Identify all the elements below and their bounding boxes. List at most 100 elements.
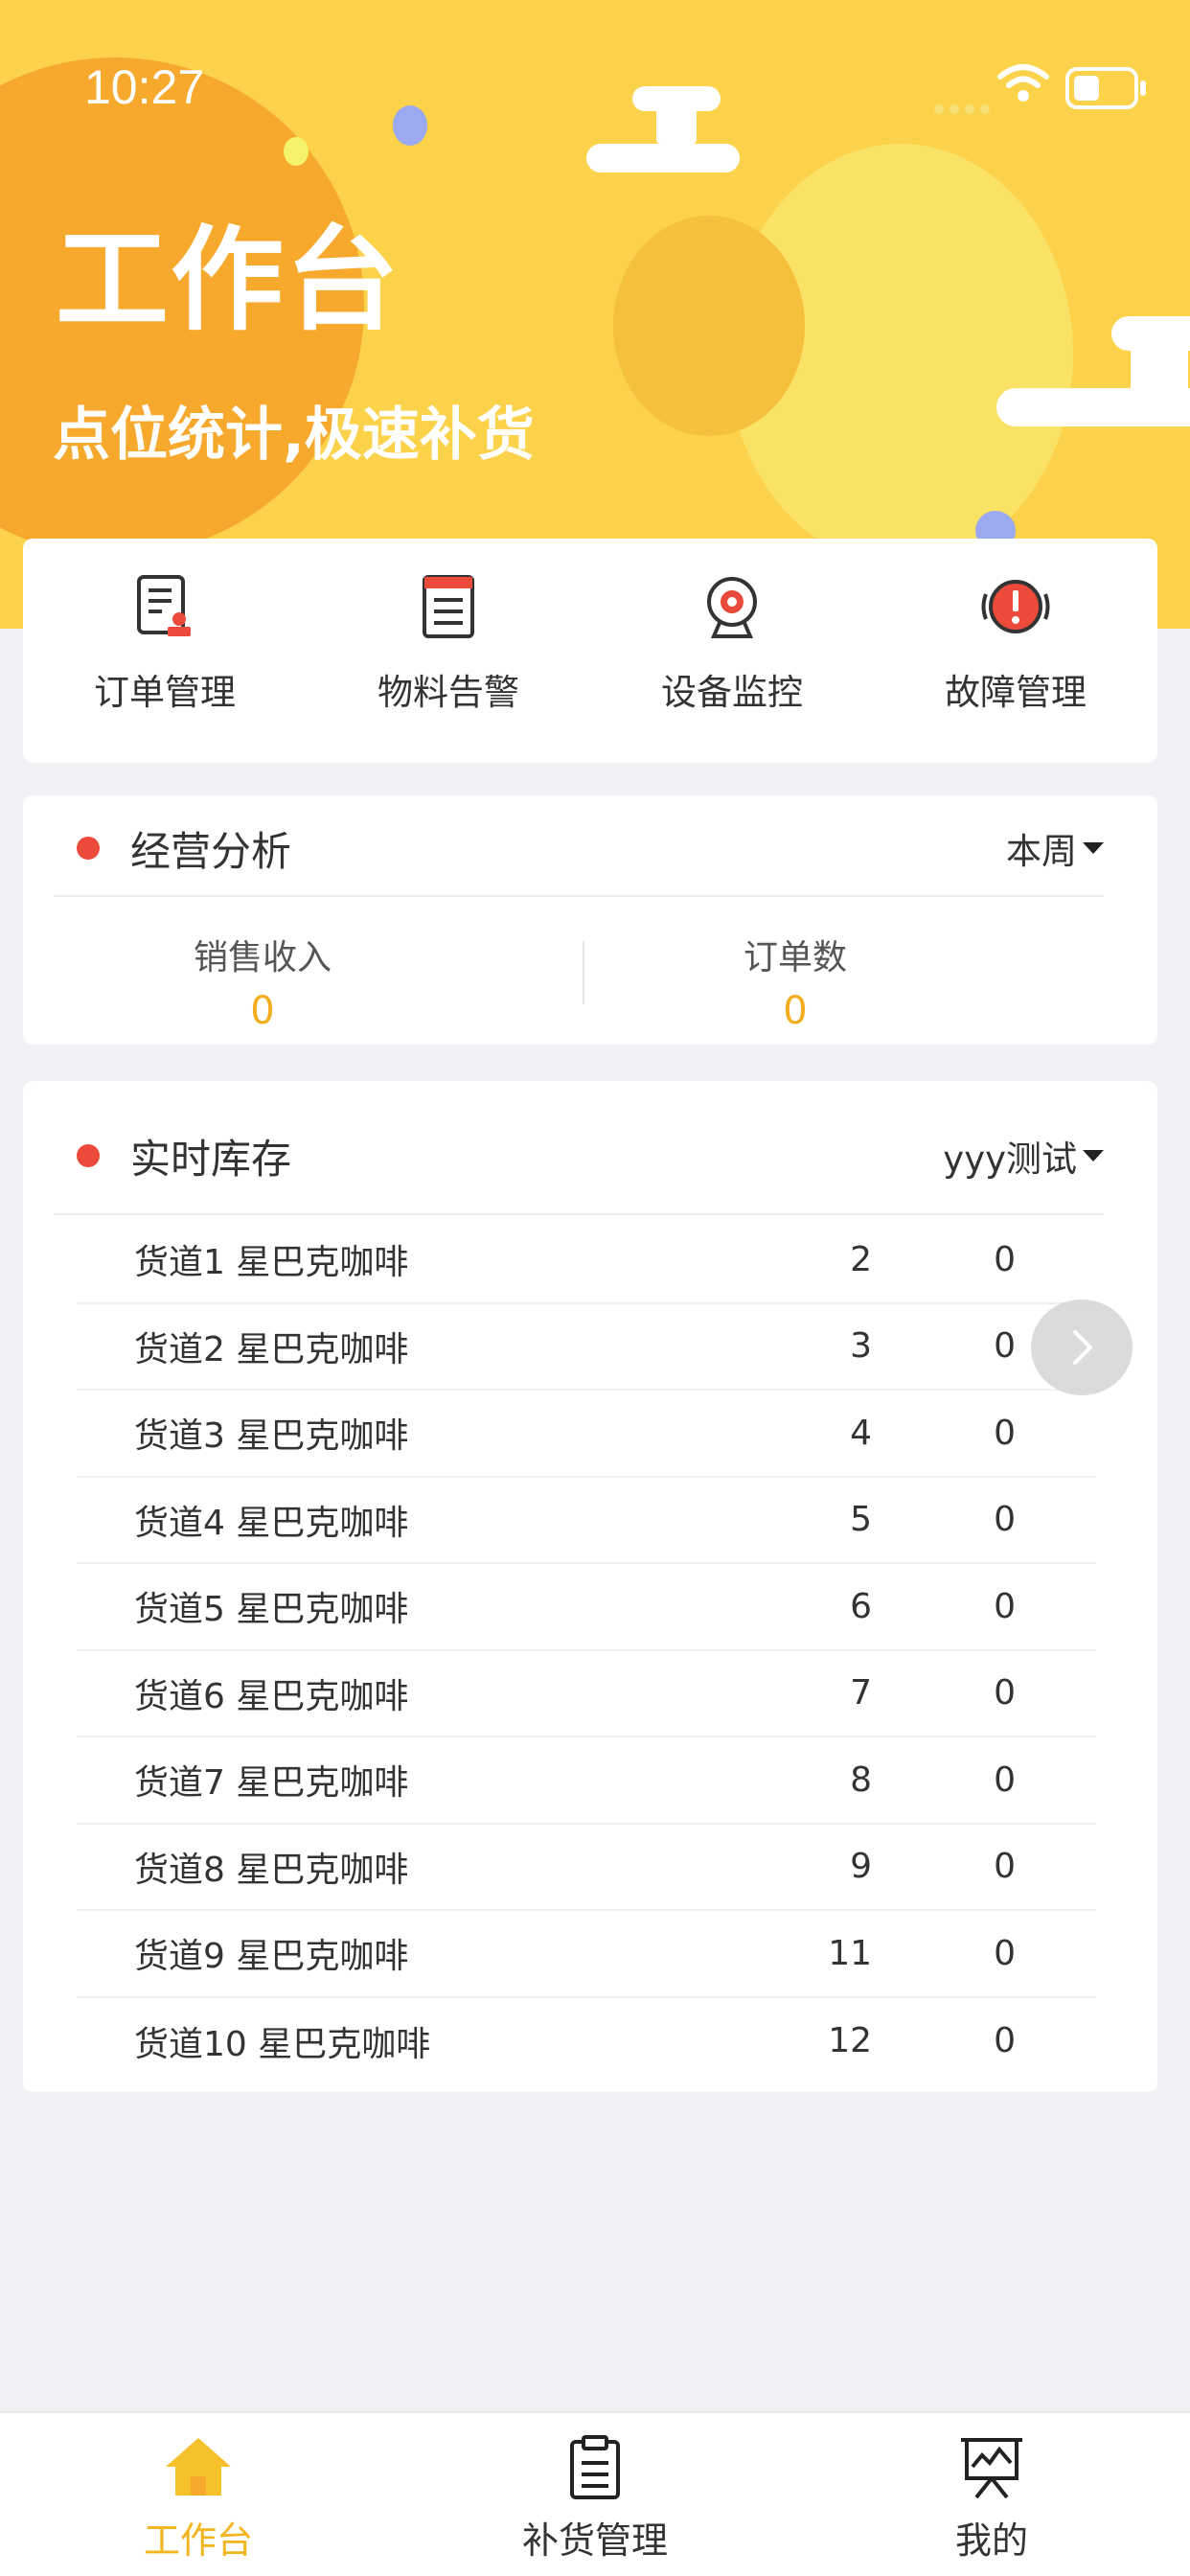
- slot-value: 0: [994, 1760, 1016, 1800]
- tab-label: 我的: [954, 2519, 1028, 2562]
- list-item[interactable]: 货道9 星巴克咖啡 11 0: [77, 1911, 1096, 1998]
- slot-qty: 4: [850, 1413, 872, 1453]
- wifi-icon: [997, 64, 1049, 102]
- decor-dot: [284, 137, 309, 166]
- list-item[interactable]: 货道4 星巴克咖啡 5 0: [77, 1478, 1096, 1564]
- slot-value: 0: [994, 1326, 1016, 1367]
- slot-name: 货道1 星巴克咖啡: [134, 1243, 409, 1283]
- slot-value: 0: [994, 1239, 1016, 1279]
- slot-qty: 2: [850, 1239, 872, 1279]
- business-analysis-card: 经营分析 本周 销售收入 0 订单数 0: [23, 795, 1157, 1045]
- metric-label: 订单数: [743, 938, 847, 978]
- signal-icon: [934, 100, 995, 118]
- slot-value: 0: [994, 1847, 1016, 1887]
- tab-mine[interactable]: 我的: [793, 2413, 1190, 2576]
- section-header: 实时库存 yyy测试: [54, 1098, 1104, 1215]
- page-title: 工作台: [56, 214, 401, 346]
- list-item[interactable]: 货道3 星巴克咖啡 4 0: [77, 1391, 1096, 1478]
- quick-action-orders[interactable]: 订单管理: [23, 539, 307, 763]
- slot-qty: 5: [850, 1500, 872, 1540]
- slot-name: 货道3 星巴克咖啡: [134, 1416, 409, 1457]
- slot-name: 货道5 星巴克咖啡: [134, 1590, 409, 1630]
- slot-value: 0: [994, 1586, 1016, 1626]
- quick-action-device-monitor[interactable]: 设备监控: [590, 539, 874, 763]
- slot-qty: 3: [850, 1326, 872, 1367]
- section-title: 经营分析: [130, 827, 292, 875]
- scroll-right-button[interactable]: [1031, 1300, 1133, 1395]
- home-icon: [166, 2438, 231, 2496]
- alarm-icon: [981, 580, 1050, 633]
- camera-icon: [707, 577, 757, 638]
- slot-name: 货道2 星巴克咖啡: [134, 1329, 409, 1369]
- decor-blob: [613, 216, 805, 436]
- bottom-tab-bar: 工作台 补货管理 我的: [0, 2411, 1190, 2576]
- slot-name: 货道6 星巴克咖啡: [134, 1676, 409, 1716]
- caret-down-icon: [1083, 842, 1104, 854]
- list-item[interactable]: 货道8 星巴克咖啡 9 0: [77, 1825, 1096, 1911]
- slot-qty: 6: [850, 1586, 872, 1626]
- slot-qty: 8: [850, 1760, 872, 1800]
- slot-value: 0: [994, 1500, 1016, 1540]
- chevron-right-icon: [1073, 1330, 1092, 1365]
- tab-label: 工作台: [143, 2519, 253, 2562]
- quick-action-fault[interactable]: 故障管理: [874, 539, 1157, 763]
- quick-action-label: 故障管理: [945, 672, 1087, 713]
- list-item[interactable]: 货道6 星巴克咖啡 7 0: [77, 1651, 1096, 1737]
- list-item[interactable]: 货道1 星巴克咖啡 2 0: [77, 1217, 1096, 1304]
- section-title: 实时库存: [130, 1135, 292, 1183]
- decor-dot: [393, 105, 427, 146]
- slot-qty: 7: [850, 1673, 872, 1714]
- quick-action-label: 订单管理: [94, 672, 236, 713]
- slot-name: 货道8 星巴克咖啡: [134, 1850, 409, 1890]
- period-dropdown[interactable]: 本周: [1006, 822, 1104, 874]
- slot-qty: 12: [828, 2021, 872, 2061]
- stock-card: 实时库存 yyy测试 货道1 星巴克咖啡 2 0 货道2 星巴克咖啡 3 0 货…: [23, 1081, 1157, 2092]
- decor-cloud: [1131, 345, 1188, 393]
- list-item[interactable]: 货道5 星巴克咖啡 6 0: [77, 1564, 1096, 1651]
- stock-list: 货道1 星巴克咖啡 2 0 货道2 星巴克咖啡 3 0 货道3 星巴克咖啡 4 …: [77, 1217, 1096, 2084]
- machine-value: yyy测试: [943, 1138, 1077, 1180]
- battery-icon: [1065, 67, 1146, 109]
- list-item[interactable]: 货道7 星巴克咖啡 8 0: [77, 1737, 1096, 1825]
- metric-orders: 订单数 0: [556, 930, 1035, 1033]
- presentation-icon: [961, 2438, 1022, 2499]
- clipboard-icon: [570, 2435, 620, 2499]
- metric-value: 0: [250, 989, 275, 1033]
- slot-name: 货道10 星巴克咖啡: [134, 2024, 431, 2064]
- quick-actions-card: 订单管理 物料告警 设备监控 故障管理: [23, 539, 1157, 763]
- material-alert-icon: [423, 575, 474, 638]
- bullet-dot: [77, 837, 100, 860]
- quick-action-label: 设备监控: [661, 672, 803, 713]
- tab-label: 补货管理: [521, 2519, 668, 2562]
- bullet-dot: [77, 1144, 100, 1167]
- slot-value: 0: [994, 2021, 1016, 2061]
- slot-name: 货道9 星巴克咖啡: [134, 1937, 409, 1977]
- status-time: 10:27: [84, 60, 205, 114]
- slot-qty: 9: [850, 1847, 872, 1887]
- decor-cloud: [656, 105, 697, 144]
- header-banner: 10:27 工作台 点位统计,极速补货: [0, 0, 1190, 629]
- list-item[interactable]: 货道10 星巴克咖啡 12 0: [77, 1998, 1096, 2085]
- metric-value: 0: [783, 989, 808, 1033]
- decor-cloud: [996, 388, 1190, 426]
- slot-name: 货道4 星巴克咖啡: [134, 1503, 409, 1543]
- slot-name: 货道7 星巴克咖啡: [134, 1763, 409, 1804]
- slot-value: 0: [994, 1673, 1016, 1714]
- decor-cloud: [586, 144, 740, 172]
- slot-qty: 11: [828, 1933, 872, 1973]
- section-header: 经营分析 本周: [54, 801, 1104, 897]
- metric-label: 销售收入: [193, 938, 332, 978]
- machine-dropdown[interactable]: yyy测试: [943, 1130, 1104, 1182]
- quick-action-material-alert[interactable]: 物料告警: [307, 539, 590, 763]
- tab-restock[interactable]: 补货管理: [397, 2413, 793, 2576]
- slot-value: 0: [994, 1933, 1016, 1973]
- period-value: 本周: [1006, 831, 1077, 872]
- list-item[interactable]: 货道2 星巴克咖啡 3 0: [77, 1304, 1096, 1391]
- order-icon: [137, 575, 191, 636]
- tab-workbench[interactable]: 工作台: [0, 2413, 397, 2576]
- caret-down-icon: [1083, 1150, 1104, 1162]
- metric-sales: 销售收入 0: [23, 930, 502, 1033]
- quick-action-label: 物料告警: [378, 672, 519, 713]
- page-subtitle: 点位统计,极速补货: [53, 402, 535, 469]
- slot-value: 0: [994, 1413, 1016, 1453]
